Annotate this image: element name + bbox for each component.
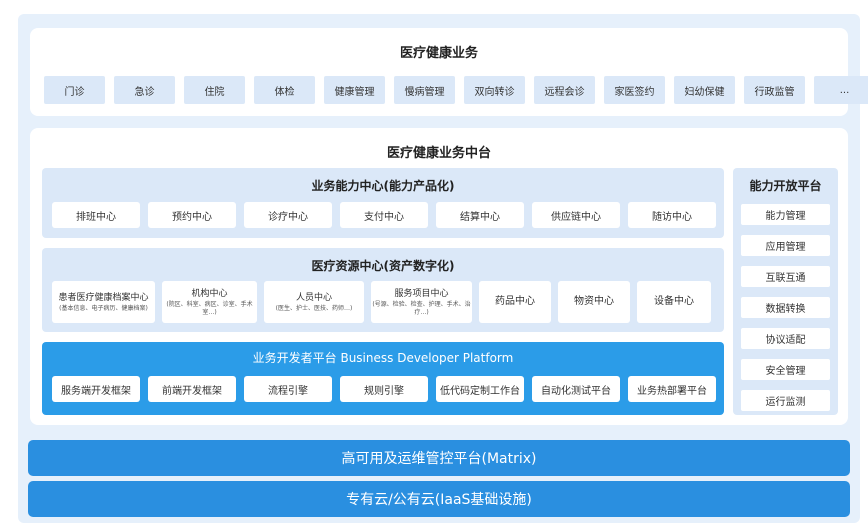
capability-center-title: 业务能力中心(能力产品化) (311, 179, 455, 193)
resource-item: 药品中心 (479, 281, 551, 323)
developer-item: 服务端开发框架 (52, 376, 140, 402)
developer-items: 服务端开发框架 前端开发框架 流程引擎 规则引擎 低代码定制工作台 自动化测试平… (52, 376, 716, 402)
resource-item-sub: (院区、科室、病区、诊室、手术室…) (166, 300, 253, 316)
resource-item-name: 服务项目中心 (394, 288, 449, 299)
developer-item: 规则引擎 (340, 376, 428, 402)
open-platform-item: 协议适配 (741, 328, 830, 349)
resource-item: 患者医疗健康档案中心 (基本信息、电子病历、健康档案) (52, 281, 155, 323)
business-item: 双向转诊 (464, 76, 525, 104)
open-platform-item: 运行监测 (741, 390, 830, 411)
capability-item: 支付中心 (340, 202, 428, 228)
developer-item: 流程引擎 (244, 376, 332, 402)
capability-item: 结算中心 (436, 202, 524, 228)
business-items: 门诊 急诊 住院 体检 健康管理 慢病管理 双向转诊 远程会诊 家医签约 妇幼保… (44, 76, 868, 104)
capability-item: 随访中心 (628, 202, 716, 228)
open-platform: 能力开放平台 能力管理 应用管理 互联互通 数据转换 协议适配 安全管理 运行监… (733, 168, 838, 415)
capability-items: 排班中心 预约中心 诊疗中心 支付中心 结算中心 供应链中心 随访中心 (52, 202, 716, 228)
matrix-platform-bar: 高可用及运维管控平台(Matrix) (28, 440, 850, 476)
resource-item-name: 患者医疗健康档案中心 (58, 292, 149, 303)
resource-item: 人员中心 (医生、护士、医技、药师…) (264, 281, 364, 323)
open-platform-item: 安全管理 (741, 359, 830, 380)
resource-item-sub: (医生、护士、医技、药师…) (275, 304, 353, 312)
capability-item: 预约中心 (148, 202, 236, 228)
developer-item: 低代码定制工作台 (436, 376, 524, 402)
capability-item: 供应链中心 (532, 202, 620, 228)
resource-item: 服务项目中心 (号源、检验、检查、护理、手术、治疗…) (371, 281, 472, 323)
business-item: 住院 (184, 76, 245, 104)
developer-platform: 业务开发者平台 Business Developer Platform 服务端开… (42, 342, 724, 415)
business-item: 行政监管 (744, 76, 805, 104)
resource-items: 患者医疗健康档案中心 (基本信息、电子病历、健康档案) 机构中心 (院区、科室、… (52, 281, 711, 323)
iaas-infrastructure-bar: 专有云/公有云(IaaS基础设施) (28, 481, 850, 517)
business-panel: 医疗健康业务 门诊 急诊 住院 体检 健康管理 慢病管理 双向转诊 远程会诊 家… (30, 28, 868, 116)
business-item-more: ... (814, 76, 868, 104)
resource-center: 医疗资源中心(资产数字化) 患者医疗健康档案中心 (基本信息、电子病历、健康档案… (42, 248, 724, 332)
resource-item: 机构中心 (院区、科室、病区、诊室、手术室…) (162, 281, 257, 323)
business-item: 健康管理 (324, 76, 385, 104)
developer-platform-title: 业务开发者平台 Business Developer Platform (252, 351, 514, 365)
business-item: 体检 (254, 76, 315, 104)
resource-item: 设备中心 (637, 281, 711, 323)
resource-item-name: 药品中心 (495, 296, 535, 307)
resource-item-sub: (基本信息、电子病历、健康档案) (59, 304, 148, 312)
developer-item: 自动化测试平台 (532, 376, 620, 402)
resource-item-sub: (号源、检验、检查、护理、手术、治疗…) (372, 300, 471, 316)
resource-item-name: 机构中心 (191, 288, 228, 299)
resource-item-name: 物资中心 (574, 296, 614, 307)
capability-item: 排班中心 (52, 202, 140, 228)
resource-item-name: 人员中心 (295, 292, 332, 303)
resource-item: 物资中心 (558, 281, 630, 323)
business-item: 慢病管理 (394, 76, 455, 104)
open-platform-item: 互联互通 (741, 266, 830, 287)
middle-platform-panel: 医疗健康业务中台 业务能力中心(能力产品化) 排班中心 预约中心 诊疗中心 支付… (30, 128, 848, 425)
open-platform-item: 能力管理 (741, 204, 830, 225)
resource-center-title: 医疗资源中心(资产数字化) (311, 259, 455, 273)
middle-platform-title: 医疗健康业务中台 (386, 146, 491, 161)
open-platform-title: 能力开放平台 (749, 179, 822, 193)
open-platform-items: 能力管理 应用管理 互联互通 数据转换 协议适配 安全管理 运行监测 (741, 204, 830, 411)
business-title: 医疗健康业务 (399, 46, 478, 61)
open-platform-item: 应用管理 (741, 235, 830, 256)
developer-item: 前端开发框架 (148, 376, 236, 402)
open-platform-item: 数据转换 (741, 297, 830, 318)
business-item: 急诊 (114, 76, 175, 104)
capability-center: 业务能力中心(能力产品化) 排班中心 预约中心 诊疗中心 支付中心 结算中心 供… (42, 168, 724, 238)
business-item: 家医签约 (604, 76, 665, 104)
developer-item: 业务热部署平台 (628, 376, 716, 402)
business-item: 远程会诊 (534, 76, 595, 104)
business-item: 妇幼保健 (674, 76, 735, 104)
capability-item: 诊疗中心 (244, 202, 332, 228)
business-item: 门诊 (44, 76, 105, 104)
resource-item-name: 设备中心 (654, 296, 694, 307)
